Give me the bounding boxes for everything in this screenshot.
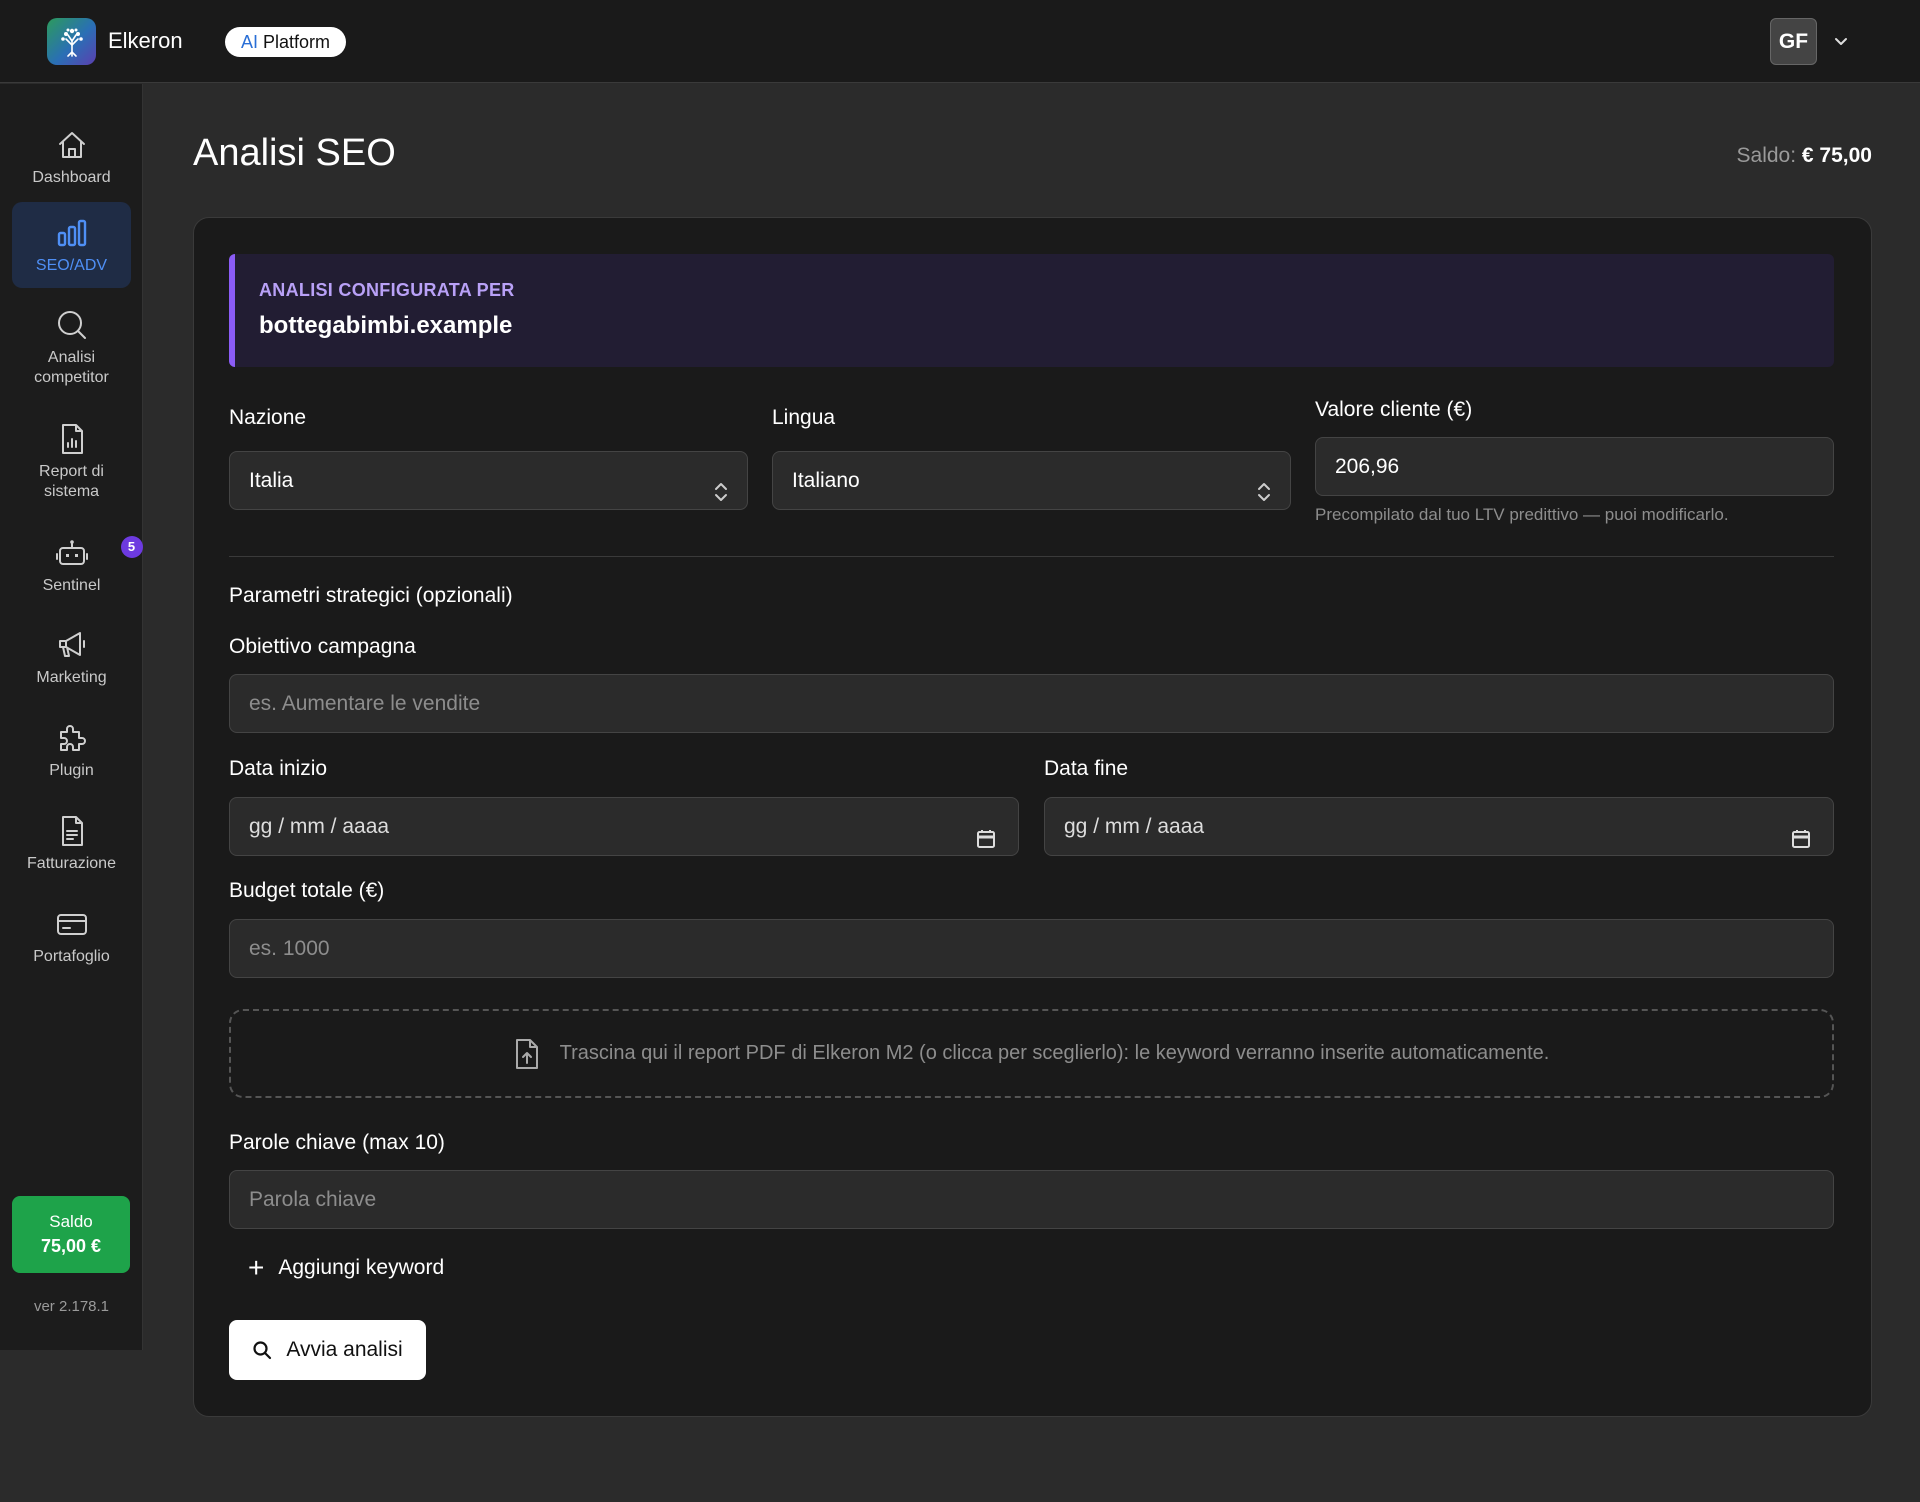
nazione-label: Nazione: [229, 406, 307, 429]
sidebar-item-seo-adv[interactable]: SEO/ADV: [12, 202, 131, 288]
sidebar-item-label: Plugin: [49, 762, 94, 779]
header-balance: Saldo: € 75,00: [1737, 144, 1872, 168]
obiettivo-input[interactable]: es. Aumentare le vendite: [229, 674, 1834, 733]
sidebar-item-label: SEO/ADV: [35, 257, 108, 274]
sidebar-item-label: Analisi competitor: [34, 349, 109, 386]
valore-cliente-hint: Precompilato dal tuo LTV predittivo — pu…: [1315, 505, 1729, 524]
budget-label: Budget totale (€): [229, 879, 385, 902]
header-balance-label: Saldo:: [1736, 144, 1797, 167]
notice-domain: bottegabimbi.example: [259, 312, 513, 339]
robot-icon: 5: [55, 536, 143, 570]
brand-name: Elkeron: [108, 28, 183, 53]
megaphone-icon: [55, 628, 89, 662]
sidebar-item-analisi-competitor[interactable]: Analisi competitor: [12, 294, 131, 394]
dropzone-text: Trascina qui il report PDF di Elkeron M2…: [559, 1042, 1550, 1064]
sidebar-item-dashboard[interactable]: Dashboard: [12, 114, 131, 200]
file-upload-icon: [514, 1038, 540, 1070]
app-version: ver 2.178.1: [33, 1298, 110, 1315]
notice-label: ANALISI CONFIGURATA PER: [259, 280, 515, 300]
sidebar-item-label: Report di sistema: [39, 463, 104, 500]
budget-input[interactable]: es. 1000: [229, 919, 1834, 978]
sidebar-item-fatturazione[interactable]: Fatturazione: [12, 800, 131, 886]
keywords-label: Parole chiave (max 10): [229, 1131, 445, 1154]
invoice-icon: [55, 814, 89, 848]
start-analysis-button[interactable]: Avvia analisi: [229, 1320, 426, 1380]
report-icon: [55, 422, 89, 456]
add-keyword-label: Aggiungi keyword: [278, 1256, 445, 1279]
sidebar-item-label: Portafoglio: [33, 948, 110, 965]
plus-icon: +: [248, 1252, 265, 1283]
sidebar-item-label: Fatturazione: [27, 855, 116, 872]
ai-badge-label: Platform: [263, 32, 331, 52]
ai-platform-badge: AI Platform: [225, 27, 346, 57]
sidebar-item-sentinel[interactable]: 5 Sentinel: [12, 522, 143, 608]
puzzle-icon: [55, 721, 89, 755]
sidebar: Dashboard SEO/ADV Analisi competitor Rep…: [0, 84, 143, 1350]
keyword-input[interactable]: Parola chiave: [229, 1170, 1834, 1229]
lingua-select[interactable]: Italiano: [772, 451, 1291, 510]
pdf-upload-dropzone[interactable]: Trascina qui il report PDF di Elkeron M2…: [229, 1009, 1834, 1098]
valore-cliente-input[interactable]: 206,96: [1315, 437, 1834, 496]
sidebar-item-plugin[interactable]: Plugin: [12, 707, 131, 793]
data-fine-label: Data fine: [1044, 757, 1129, 780]
start-analysis-label: Avvia analisi: [286, 1338, 403, 1361]
data-fine-input[interactable]: gg / mm / aaaa: [1044, 797, 1834, 856]
valore-cliente-label: Valore cliente (€): [1315, 398, 1473, 421]
bar-chart-icon: [55, 216, 89, 250]
top-bar: Elkeron AI Platform GF: [0, 0, 1920, 83]
select-arrows-icon: [1256, 469, 1272, 526]
sidebar-item-label: Dashboard: [32, 169, 111, 186]
sidebar-balance-label: Saldo: [49, 1212, 93, 1231]
sidebar-balance-button[interactable]: Saldo 75,00 €: [12, 1196, 130, 1273]
data-inizio-input[interactable]: gg / mm / aaaa: [229, 797, 1019, 856]
select-arrows-icon: [713, 469, 729, 526]
page-title: Analisi SEO: [193, 132, 396, 174]
nazione-value: Italia: [249, 469, 294, 492]
user-avatar[interactable]: GF: [1770, 18, 1817, 65]
brand-logo-icon[interactable]: [47, 18, 96, 65]
sidebar-item-portafoglio[interactable]: Portafoglio: [12, 893, 131, 979]
wallet-icon: [55, 907, 89, 941]
sentinel-count-badge: 5: [120, 536, 143, 558]
lingua-value: Italiano: [792, 469, 860, 492]
sidebar-item-label: Marketing: [36, 669, 107, 686]
home-icon: [55, 128, 89, 162]
calendar-icon[interactable]: [976, 815, 996, 872]
chevron-down-icon[interactable]: [1832, 32, 1850, 55]
calendar-icon[interactable]: [1791, 815, 1811, 872]
configured-site-notice: ANALISI CONFIGURATA PER bottegabimbi.exa…: [229, 254, 1834, 367]
data-inizio-label: Data inizio: [229, 757, 328, 780]
data-fine-placeholder: gg / mm / aaaa: [1064, 815, 1205, 838]
sidebar-item-marketing[interactable]: Marketing: [12, 614, 131, 700]
add-keyword-button[interactable]: + Aggiungi keyword: [248, 1253, 444, 1283]
data-inizio-placeholder: gg / mm / aaaa: [249, 815, 390, 838]
search-icon: [252, 1340, 272, 1360]
search-icon: [55, 308, 89, 342]
sidebar-item-label: Sentinel: [42, 577, 101, 594]
header-balance-value: € 75,00: [1801, 144, 1872, 167]
nazione-select[interactable]: Italia: [229, 451, 748, 510]
sidebar-balance-amount: 75,00 €: [40, 1236, 102, 1256]
sidebar-item-report-di-sistema[interactable]: Report di sistema: [12, 408, 131, 508]
ai-badge-prefix: AI: [240, 32, 258, 52]
obiettivo-label: Obiettivo campagna: [229, 635, 416, 658]
strategic-params-title: Parametri strategici (opzionali): [229, 584, 513, 607]
section-divider: [229, 556, 1834, 557]
lingua-label: Lingua: [772, 406, 836, 429]
